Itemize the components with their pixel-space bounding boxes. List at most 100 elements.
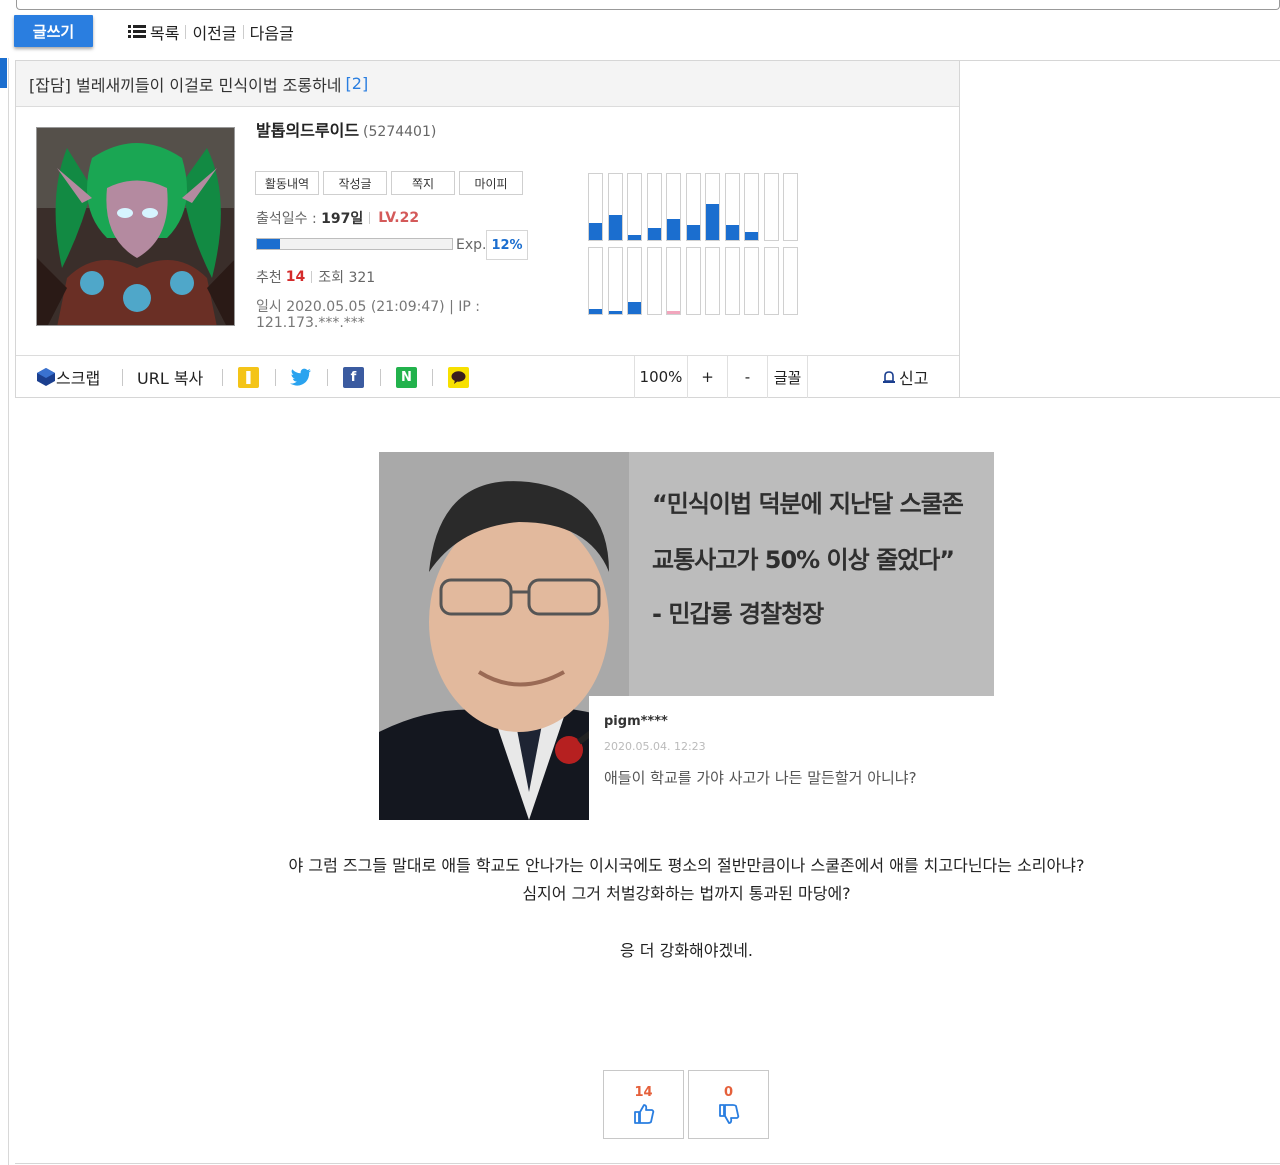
- activity-lower-slot: [666, 247, 681, 315]
- activity-lower-slot: [744, 247, 759, 315]
- share-divider: [432, 369, 433, 386]
- image-quote-line3: - 민갑룡 경찰청장: [652, 600, 824, 628]
- report-label: 신고: [899, 369, 929, 388]
- exp-bar: [256, 238, 453, 250]
- share-divider: [275, 369, 276, 386]
- activity-upper-slot: [724, 173, 740, 241]
- url-copy-button[interactable]: URL 복사: [137, 356, 203, 398]
- activity-button[interactable]: 활동내역: [255, 171, 319, 195]
- divider: [15, 1163, 1280, 1164]
- exp-bar-fill: [257, 239, 281, 249]
- facebook-share[interactable]: f: [343, 356, 364, 398]
- activity-upper-slot: [685, 173, 701, 241]
- nav-divider: [185, 25, 187, 39]
- message-button[interactable]: 쪽지: [391, 171, 455, 195]
- activity-upper-slot: [783, 173, 798, 241]
- naver-icon: N: [396, 366, 417, 388]
- activity-lower-slot: [685, 247, 701, 315]
- activity-lower-slot: [607, 247, 623, 315]
- activity-bar: [745, 232, 758, 240]
- downvote-count: 0: [723, 1084, 734, 1100]
- write-button[interactable]: 글쓰기: [14, 15, 93, 47]
- kakao-share[interactable]: [448, 356, 469, 398]
- activity-lower-slot: [705, 247, 720, 315]
- prev-post-link[interactable]: 이전글: [192, 20, 236, 44]
- stat-divider: [369, 212, 371, 224]
- list-label: 목록: [150, 24, 180, 43]
- post-nav: 목록 이전글 다음글: [128, 20, 294, 44]
- body-line: 야 그럼 즈그들 말대로 애들 학교도 안나가는 이시국에도 평소의 절반만큼이…: [288, 856, 1085, 875]
- image-quote-line2: 교통사고가 50% 이상 줄었다”: [652, 546, 955, 574]
- attendance-line: 출석일수 : 197일 LV.22: [256, 208, 419, 228]
- thumbs-up-icon: [633, 1103, 654, 1124]
- twitter-icon: [290, 368, 311, 386]
- activity-bar: [589, 223, 602, 240]
- activity-upper-slot: [705, 173, 720, 241]
- activity-lower-slot: [783, 247, 798, 315]
- attendance-value: 197일: [321, 211, 364, 227]
- nav-divider: [242, 25, 244, 39]
- recommend-label: 추천: [256, 270, 282, 286]
- body-line: 심지어 그거 처벌강화하는 법까지 통과된 마당에?: [522, 884, 851, 903]
- exp-percent: 12%: [486, 230, 528, 260]
- recommend-value: 14: [285, 269, 306, 285]
- activity-bar: [628, 302, 641, 314]
- thumbs-down-icon: [718, 1103, 739, 1124]
- naver-band-share[interactable]: ❚: [238, 356, 259, 398]
- post-title: 벌레새끼들이 이걸로 민식이법 조롱하네: [76, 75, 342, 95]
- image-comment-date: 2020.05.04. 12:23: [604, 740, 706, 753]
- share-divider: [222, 369, 223, 386]
- activity-lower-slot: [763, 247, 779, 315]
- zoom-out-button[interactable]: -: [727, 356, 767, 398]
- stat-divider: [311, 271, 313, 283]
- exp-label: Exp.: [456, 237, 487, 253]
- left-accent-bar: [0, 58, 7, 88]
- activity-bar: [647, 228, 661, 240]
- post-category: [잡담]: [29, 75, 71, 95]
- activity-upper-slot: [627, 173, 642, 241]
- facebook-icon: f: [343, 366, 364, 388]
- scrap-button[interactable]: 스크랩: [36, 356, 100, 398]
- activity-bar: [706, 204, 719, 240]
- activity-upper-slot: [607, 173, 623, 241]
- upvote-count: 14: [634, 1084, 653, 1100]
- activity-upper-slot: [646, 173, 662, 241]
- twitter-share[interactable]: [290, 356, 312, 398]
- zoom-in-button[interactable]: +: [687, 356, 727, 398]
- comment-count[interactable]: [2]: [346, 74, 369, 93]
- activity-lower-slot: [724, 247, 740, 315]
- divider: [960, 397, 1280, 398]
- posts-button[interactable]: 작성글: [323, 171, 387, 195]
- kakaotalk-icon: [448, 366, 469, 388]
- scrap-label: 스크랩: [56, 369, 101, 388]
- author-nickname[interactable]: 발톱의드루이드 (5274401): [256, 117, 436, 141]
- share-divider: [327, 369, 328, 386]
- image-comment-card: pigm**** 2020.05.04. 12:23 애들이 학교를 가야 사고…: [589, 696, 994, 820]
- next-post-link[interactable]: 다음글: [250, 20, 294, 44]
- naver-share[interactable]: N: [396, 356, 417, 398]
- mypi-button[interactable]: 마이피: [459, 171, 523, 195]
- attendance-label: 출석일수 :: [256, 211, 317, 227]
- body-line: 응 더 강화해야겠네.: [619, 941, 754, 960]
- downvote-button[interactable]: 0: [688, 1070, 769, 1139]
- share-divider: [122, 369, 123, 386]
- article-image[interactable]: “민식이법 덕분에 지난달 스쿨존 교통사고가 50% 이상 줄었다” - 민갑…: [379, 452, 994, 820]
- activity-bar: [628, 235, 641, 240]
- list-link[interactable]: 목록: [128, 20, 179, 44]
- left-rule: [8, 58, 9, 1165]
- avatar[interactable]: [36, 127, 235, 326]
- scrap-icon: [37, 368, 55, 386]
- activity-bar: [608, 215, 622, 240]
- font-button[interactable]: 글꼴: [767, 356, 808, 398]
- bell-icon: [883, 371, 895, 383]
- upvote-button[interactable]: 14: [603, 1070, 684, 1139]
- list-icon: [128, 25, 146, 39]
- band-icon: ❚: [238, 366, 259, 388]
- activity-chart: [588, 173, 803, 317]
- top-strip: [16, 0, 1280, 10]
- report-button[interactable]: 신고: [882, 356, 928, 398]
- activity-upper-slot: [666, 173, 681, 241]
- activity-upper-slot: [744, 173, 759, 241]
- post-title-bar: [잡담] 벌레새끼들이 이걸로 민식이법 조롱하네 [2]: [16, 61, 959, 107]
- recommend-line: 추천 14 조회 321: [256, 267, 375, 287]
